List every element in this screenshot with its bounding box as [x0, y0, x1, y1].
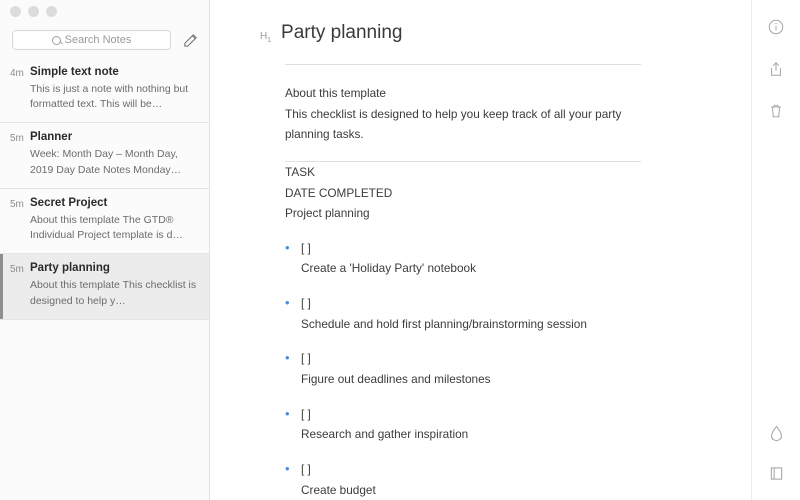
note-timestamp: 5m	[10, 264, 24, 276]
bullet-icon: •	[285, 405, 290, 421]
compose-note-button[interactable]	[179, 29, 201, 51]
checkbox-glyph[interactable]: [ ]	[301, 404, 641, 425]
title-divider	[285, 64, 641, 65]
close-button[interactable]	[10, 5, 21, 17]
checklist-item[interactable]: • [ ] Create budget	[285, 459, 641, 500]
notes-app-window: Search Notes 4m Simple text note This is…	[0, 0, 800, 500]
checklist-item[interactable]: • [ ] Research and gather inspiration	[285, 404, 641, 445]
checkbox-glyph[interactable]: [ ]	[301, 293, 641, 314]
heading-level-badge: H1	[260, 31, 272, 44]
bullet-icon: •	[285, 295, 290, 311]
list-item[interactable]: 5m Secret Project About this template Th…	[0, 189, 209, 255]
checkbox-glyph[interactable]: [ ]	[301, 348, 641, 369]
search-icon	[51, 35, 61, 45]
search-input[interactable]: Search Notes	[12, 30, 171, 50]
note-header: H1 Party planning	[210, 0, 751, 44]
bullet-icon: •	[285, 460, 290, 476]
page-title: Party planning	[281, 22, 403, 43]
minimize-button[interactable]	[28, 5, 39, 17]
note-editor-pane[interactable]: H1 Party planning About this template Th…	[210, 0, 752, 500]
checklist-item[interactable]: • [ ] Create a 'Holiday Party' notebook	[285, 238, 641, 279]
task-label: TASK	[285, 164, 315, 179]
note-title: Party planning	[30, 262, 110, 275]
trash-icon[interactable]	[763, 98, 789, 124]
note-body[interactable]: About this template This checklist is de…	[210, 83, 751, 500]
note-preview: About this template The GTD® Individual …	[30, 213, 183, 242]
bullet-icon: •	[285, 350, 290, 366]
date-completed-label: DATE COMPLETED	[285, 185, 393, 200]
ink-drop-icon[interactable]	[763, 420, 789, 446]
zoom-button[interactable]	[46, 5, 57, 17]
share-icon[interactable]	[763, 56, 789, 82]
search-placeholder: Search Notes	[64, 34, 132, 46]
checklist-item-label: Figure out deadlines and milestones	[301, 372, 491, 387]
note-title: Simple text note	[30, 66, 119, 78]
checkbox-glyph[interactable]: [ ]	[301, 238, 641, 259]
checklist-item-label: Research and gather inspiration	[301, 427, 469, 442]
checklist-item-label: Schedule and hold first planning/brainst…	[301, 316, 587, 331]
right-toolbar-bottom	[752, 420, 800, 500]
note-timestamp: 5m	[10, 198, 24, 210]
book-icon[interactable]	[763, 460, 789, 486]
about-label: About this template	[285, 86, 386, 100]
note-title: Planner	[30, 131, 73, 144]
note-timestamp: 5m	[10, 133, 24, 145]
note-timestamp: 4m	[10, 68, 24, 79]
note-preview: Week: Month Day – Month Day, 2019 Day Da…	[30, 148, 182, 176]
search-bar: Search Notes	[0, 22, 209, 58]
note-title: Secret Project	[30, 196, 108, 209]
note-preview: About this template This checklist is de…	[30, 279, 197, 307]
right-toolbar	[752, 0, 800, 500]
list-item[interactable]: 5m Planner Week: Month Day – Month Day, …	[0, 123, 209, 189]
info-icon[interactable]	[763, 14, 789, 40]
sidebar: Search Notes 4m Simple text note This is…	[0, 0, 210, 500]
checklist-item[interactable]: • [ ] Schedule and hold first planning/b…	[285, 293, 641, 334]
note-preview: This is just a note with nothing but for…	[30, 83, 189, 111]
checklist-item-label: Create a 'Holiday Party' notebook	[301, 261, 477, 276]
project-planning-label: Project planning	[285, 206, 370, 221]
checklist[interactable]: • [ ] Create a 'Holiday Party' notebook …	[285, 238, 641, 500]
notes-list[interactable]: 4m Simple text note This is just a note …	[0, 58, 209, 500]
about-text: This checklist is designed to help you k…	[285, 106, 622, 142]
list-item-selected[interactable]: 5m Party planning About this template Th…	[0, 254, 209, 320]
checkbox-glyph[interactable]: [ ]	[301, 459, 641, 480]
checklist-item[interactable]: • [ ] Figure out deadlines and milestone…	[285, 348, 641, 389]
bullet-icon: •	[285, 239, 290, 255]
list-item[interactable]: 4m Simple text note This is just a note …	[0, 58, 209, 124]
window-traffic-lights	[0, 0, 209, 22]
checklist-item-label: Create budget	[301, 482, 376, 497]
